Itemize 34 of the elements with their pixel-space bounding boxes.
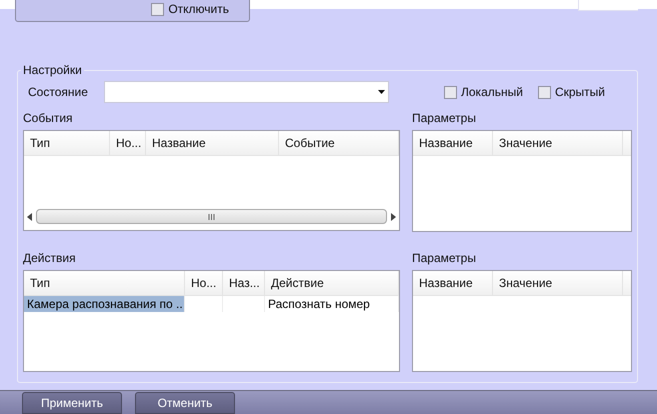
grip-icon	[208, 214, 215, 220]
column-header[interactable]: Событие	[279, 131, 399, 156]
column-header[interactable]: Тип	[24, 131, 110, 156]
column-header[interactable]: Название	[146, 131, 279, 156]
column-header[interactable]: Но...	[110, 131, 146, 156]
scrollbar-thumb[interactable]	[36, 209, 387, 224]
checkbox[interactable]	[151, 2, 164, 16]
column-header[interactable]: Но...	[185, 271, 223, 296]
section-title: События	[23, 110, 74, 128]
column-header[interactable]: Название	[413, 271, 493, 296]
group-title: Настройки	[22, 62, 83, 80]
action-button[interactable]: Отменить	[135, 392, 235, 414]
checkbox-label: Отключить	[168, 1, 229, 18]
table-cell: Распознать номер	[265, 296, 399, 312]
dropdown-caret-icon	[378, 90, 385, 94]
checkbox[interactable]	[444, 86, 457, 99]
column-header[interactable]: Значение	[493, 271, 623, 296]
scroll-left-icon[interactable]	[27, 212, 33, 221]
checkbox[interactable]	[538, 86, 551, 99]
section-title: Параметры	[412, 110, 477, 128]
checkbox-label: Скрытый	[554, 84, 605, 102]
state-dropdown[interactable]	[104, 81, 389, 104]
column-header[interactable]: Тип	[24, 271, 185, 296]
field-label: Состояние	[27, 84, 89, 102]
column-header[interactable]: Наз...	[223, 271, 265, 296]
scroll-right-icon[interactable]	[390, 212, 396, 221]
section-title: Параметры	[412, 250, 477, 268]
section-title: Действия	[23, 250, 77, 268]
action-button[interactable]: Применить	[22, 392, 122, 414]
checkbox-label: Локальный	[461, 84, 523, 102]
table-cell: Камера распознавания по ..	[24, 296, 185, 312]
column-header[interactable]: Действие	[265, 271, 399, 296]
column-header[interactable]: Название	[413, 131, 493, 156]
column-header[interactable]: Значение	[493, 131, 623, 156]
